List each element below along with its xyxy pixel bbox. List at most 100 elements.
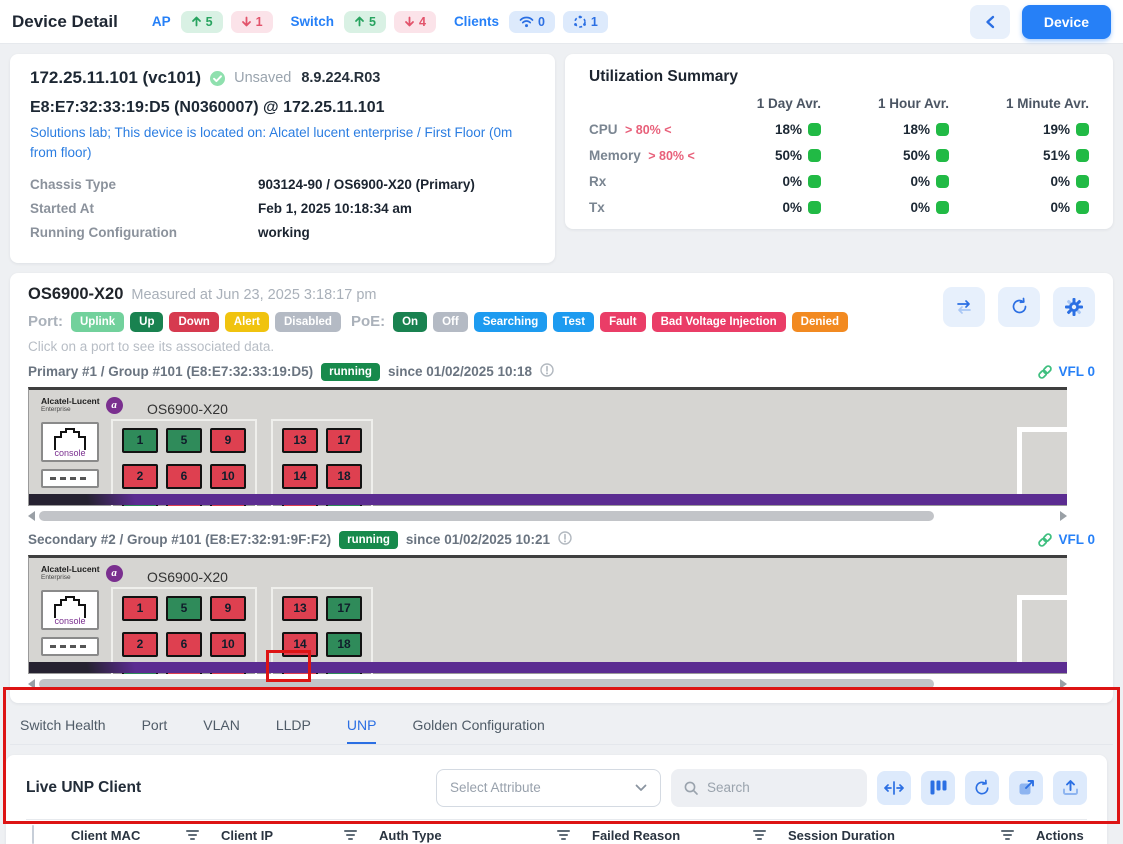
filter-icon[interactable] (186, 830, 199, 840)
usb-port-icon (50, 477, 90, 480)
open-external-button[interactable] (1009, 771, 1043, 805)
port-5[interactable]: 5 (166, 596, 202, 621)
status-ok-icon (808, 123, 821, 136)
console-port[interactable]: console (41, 590, 99, 630)
scroll-left-arrow[interactable] (28, 511, 35, 521)
port-hint: Click on a port to see its associated da… (28, 339, 1095, 354)
port-2[interactable]: 2 (122, 464, 158, 489)
ap-down-badge[interactable]: 1 (231, 11, 273, 33)
port-1[interactable]: 1 (122, 428, 158, 453)
port-9[interactable]: 9 (210, 596, 246, 621)
unit-title: Secondary #2 / Group #101 (E8:E7:32:91:9… (28, 532, 331, 547)
scrollbar-thumb[interactable] (39, 511, 934, 521)
scroll-right-arrow[interactable] (1060, 511, 1067, 521)
clients-wifi-badge[interactable]: 0 (509, 11, 555, 33)
filter-icon[interactable] (557, 830, 570, 840)
port-18[interactable]: 18 (326, 632, 362, 657)
scroll-left-arrow[interactable] (28, 679, 35, 689)
status-ok-icon (936, 123, 949, 136)
columns-button[interactable] (921, 771, 955, 805)
settings-button[interactable] (1053, 287, 1095, 327)
port-column: 12 (122, 596, 158, 657)
filter-icon[interactable] (1001, 830, 1014, 840)
info-icon-wrap[interactable] (540, 363, 554, 380)
search-input[interactable]: Search (671, 769, 867, 807)
port-14[interactable]: 14 (282, 632, 318, 657)
refresh-button[interactable] (998, 287, 1040, 327)
clients-mesh-badge[interactable]: 1 (563, 11, 608, 33)
legend-badge-off: Off (433, 312, 468, 332)
port-group-1: 123456789101112 (111, 419, 257, 506)
device-button[interactable]: Device (1022, 5, 1111, 39)
back-button[interactable] (970, 5, 1010, 39)
detail-tabs: Switch Health Port VLAN LLDP UNP Golden Confi… (10, 707, 1113, 745)
port-5[interactable]: 5 (166, 428, 202, 453)
scroll-right-arrow[interactable] (1060, 679, 1067, 689)
port-17[interactable]: 17 (326, 596, 362, 621)
port-13[interactable]: 13 (282, 596, 318, 621)
vfl-link[interactable]: VFL 0 (1037, 532, 1095, 548)
compare-button[interactable] (943, 287, 985, 327)
port-18[interactable]: 18 (326, 464, 362, 489)
brand-text: Alcatel-LucentEnterprise (41, 565, 100, 582)
port-2[interactable]: 2 (122, 632, 158, 657)
fit-width-button[interactable] (877, 771, 911, 805)
tab-vlan[interactable]: VLAN (203, 717, 240, 744)
port-13[interactable]: 13 (282, 428, 318, 453)
search-placeholder: Search (707, 780, 750, 795)
refresh-table-button[interactable] (965, 771, 999, 805)
port-14[interactable]: 14 (282, 464, 318, 489)
select-all-checkbox[interactable] (32, 825, 34, 844)
port-group-1: 123456789101112 (111, 587, 257, 674)
filter-icon[interactable] (753, 830, 766, 840)
tab-unp[interactable]: UNP (347, 717, 377, 744)
port-column: 56 (166, 428, 202, 489)
console-column: console (41, 590, 99, 656)
port-17[interactable]: 17 (326, 428, 362, 453)
link-icon (1037, 364, 1053, 380)
switch-up-badge[interactable]: 5 (344, 11, 386, 33)
select-attribute-dropdown[interactable]: Select Attribute (436, 769, 661, 807)
console-port[interactable]: console (41, 422, 99, 462)
tab-port[interactable]: Port (142, 717, 168, 744)
port-6[interactable]: 6 (166, 464, 202, 489)
tab-lldp[interactable]: LLDP (276, 717, 311, 744)
scrollbar-thumb[interactable] (39, 679, 934, 689)
vfl-link[interactable]: VFL 0 (1037, 364, 1095, 380)
port-column: 1718 (326, 428, 362, 489)
legend-badge-denied: Denied (792, 312, 848, 332)
util-col-header: 1 Hour Avr. (821, 96, 949, 111)
util-value-text: 51% (1043, 148, 1070, 163)
brand-name: Alcatel-Lucent (41, 397, 100, 406)
switch-down-badge[interactable]: 4 (394, 11, 436, 33)
port-6[interactable]: 6 (166, 632, 202, 657)
info-icon-wrap[interactable] (558, 531, 572, 548)
ap-up-badge[interactable]: 5 (181, 11, 223, 33)
port-1[interactable]: 1 (122, 596, 158, 621)
column-header-session-duration: Session Duration (788, 828, 1036, 843)
column-header-client-mac: Client MAC (71, 828, 221, 843)
column-label: Auth Type (379, 828, 442, 843)
status-ok-icon (936, 149, 949, 162)
tab-switch-health[interactable]: Switch Health (20, 717, 106, 744)
port-10[interactable]: 10 (210, 464, 246, 489)
legend-badge-alert: Alert (225, 312, 269, 332)
brand-logo: Alcatel-LucentEnterprisea (41, 565, 123, 582)
util-value-text: 0% (782, 174, 802, 189)
field-label: Started At (30, 201, 258, 216)
port-10[interactable]: 10 (210, 632, 246, 657)
filter-icon[interactable] (344, 830, 357, 840)
summary-stats: AP 5 1 Switch 5 4 Clients 0 (152, 11, 608, 33)
brand-name: Alcatel-Lucent (41, 565, 100, 574)
port-9[interactable]: 9 (210, 428, 246, 453)
tab-golden-configuration[interactable]: Golden Configuration (412, 717, 544, 744)
search-icon (683, 780, 699, 796)
vfl-label: VFL 0 (1058, 364, 1095, 379)
device-location-link[interactable]: Solutions lab; This device is located on… (30, 123, 535, 164)
util-row-label-cpu: CPU > 80% < (589, 122, 703, 137)
usb-port (41, 637, 99, 656)
field-value: Feb 1, 2025 10:18:34 am (258, 201, 412, 216)
column-label: Client MAC (71, 828, 140, 843)
upload-button[interactable] (1053, 771, 1087, 805)
expansion-slot (1017, 595, 1067, 672)
